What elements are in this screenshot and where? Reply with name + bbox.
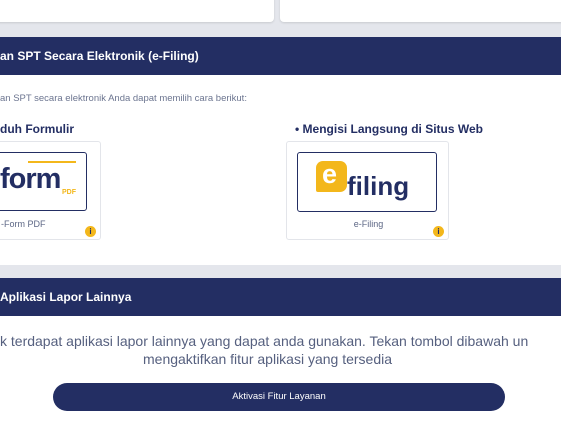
eform-logo-subtext: PDF (62, 189, 76, 196)
efiling-logo-badge: e (316, 159, 347, 192)
efiling-logo-badge-letter: e (322, 159, 338, 189)
efiling-logo-text: filing (347, 171, 410, 201)
efiling-section-header: an SPT Secara Elektronik (e-Filing) (0, 37, 561, 75)
efiling-logo: e filing (297, 152, 437, 212)
efiling-option-card[interactable]: e filing e-Filing i (286, 141, 449, 240)
apps-message-line1: k terdapat aplikasi lapor lainnya yang d… (0, 333, 529, 349)
efiling-section: an SPT Secara Elektronik (e-Filing) an S… (0, 37, 561, 265)
top-card-right (280, 0, 561, 22)
eform-logo-text: form (0, 163, 61, 195)
activate-features-button[interactable]: Aktivasi Fitur Layanan (53, 383, 505, 411)
option-eform-title: duh Formulir (0, 122, 74, 136)
top-card-left (0, 0, 274, 22)
efiling-intro-text: an SPT secara elektronik Anda dapat memi… (0, 93, 247, 104)
info-icon[interactable]: i (433, 226, 444, 237)
eform-caption: -Form PDF (1, 219, 46, 229)
info-icon[interactable]: i (85, 226, 96, 237)
apps-section-title: Aplikasi Lapor Lainnya (0, 290, 132, 304)
apps-section-header: Aplikasi Lapor Lainnya (0, 278, 561, 316)
eform-option-card[interactable]: form PDF -Form PDF i (0, 141, 101, 240)
apps-message-line2: mengaktifkan fitur aplikasi yang tersedi… (143, 351, 393, 367)
efiling-caption: e-Filing (353, 219, 384, 229)
eform-logo: form PDF (0, 152, 87, 211)
efiling-section-title: an SPT Secara Elektronik (e-Filing) (0, 49, 199, 63)
top-cards (0, 0, 561, 24)
page: an SPT Secara Elektronik (e-Filing) an S… (0, 0, 561, 421)
apps-section: Aplikasi Lapor Lainnya k terdapat aplika… (0, 278, 561, 421)
option-efiling-title: • Mengisi Langsung di Situs Web (295, 122, 483, 136)
